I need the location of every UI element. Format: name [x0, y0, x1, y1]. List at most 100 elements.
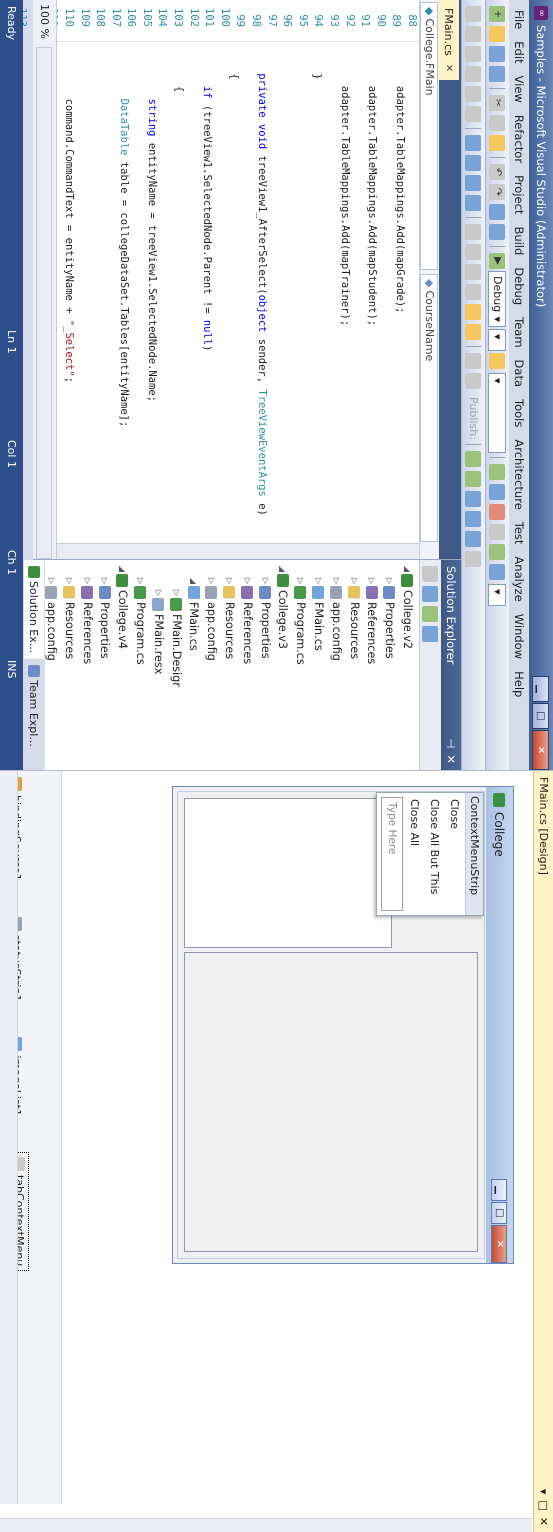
undo-icon[interactable]: ↶: [489, 164, 506, 180]
horizontal-spacing-icon[interactable]: [465, 224, 482, 240]
tree-item[interactable]: ▷ Properties: [380, 564, 398, 770]
collapsed-arrow-icon[interactable]: ▷: [78, 576, 96, 586]
menu-item-close-all-but-this[interactable]: Close All But This: [425, 793, 445, 915]
collapsed-arrow-icon[interactable]: ▷: [309, 576, 327, 586]
tree-item[interactable]: ▷ Program.cs: [131, 564, 149, 770]
tree-item[interactable]: ▷ Resources: [220, 564, 238, 770]
menu-file[interactable]: File: [512, 4, 526, 35]
tree-item[interactable]: ◢ FMain.cs: [185, 564, 203, 770]
view-class-diagram-icon[interactable]: [422, 626, 439, 642]
solution-explorer-icon[interactable]: [489, 464, 506, 480]
collapsed-arrow-icon[interactable]: ▷: [60, 576, 78, 586]
tree-item[interactable]: ▷ app.config: [327, 564, 345, 770]
menu-refactor[interactable]: Refactor: [512, 109, 526, 169]
make-same-height-icon[interactable]: [465, 155, 482, 171]
menu-analyze[interactable]: Analyze: [512, 550, 526, 607]
uncomment-icon[interactable]: [465, 470, 482, 487]
collapsed-arrow-icon[interactable]: ▷: [96, 576, 114, 586]
editor-horizontal-scrollbar[interactable]: [36, 46, 53, 559]
next-bookmark-icon[interactable]: [465, 510, 482, 527]
align-tops-icon[interactable]: [465, 66, 482, 82]
menu-window[interactable]: Window: [512, 608, 526, 665]
close-tab-icon[interactable]: ✕: [444, 64, 455, 72]
tree-item[interactable]: ▷ Properties: [256, 564, 274, 770]
tree-item[interactable]: ▷ References: [78, 564, 96, 770]
zoom-level[interactable]: 100 %: [38, 4, 51, 39]
vertical-spacing-icon[interactable]: [465, 244, 482, 260]
collapsed-arrow-icon[interactable]: ▷: [345, 576, 363, 586]
expanded-arrow-icon[interactable]: ◢: [274, 564, 292, 574]
form-maximize-button[interactable]: □: [491, 1202, 508, 1224]
properties-icon[interactable]: [489, 484, 506, 500]
make-same-width-icon[interactable]: [465, 135, 482, 151]
tree-item[interactable]: ◢ College.v2: [398, 564, 416, 770]
tab-order-icon[interactable]: [465, 353, 482, 369]
find-combo[interactable]: ▾: [488, 373, 507, 453]
form-minimize-button[interactable]: ▁: [491, 1179, 508, 1201]
tree-item[interactable]: ▷ References: [363, 564, 381, 770]
chevron-down-icon[interactable]: ▾: [537, 1489, 550, 1495]
editor-vertical-scrollbar[interactable]: [57, 543, 419, 559]
align-lefts-icon[interactable]: [465, 6, 482, 22]
navigate-back-icon[interactable]: [489, 204, 506, 220]
make-same-size-icon[interactable]: [465, 175, 482, 191]
collapsed-arrow-icon[interactable]: ▷: [238, 576, 256, 586]
code-text[interactable]: adapter.TableMappings.Add(mapGrade); ada…: [57, 42, 419, 543]
tree-item[interactable]: ◢ College.v3: [274, 564, 292, 770]
split-container-panel1[interactable]: [184, 798, 392, 948]
close-button[interactable]: ✕: [532, 730, 550, 770]
tree-item[interactable]: ▷ FMain.cs: [309, 564, 327, 770]
menu-test[interactable]: Test: [512, 516, 526, 551]
design-surface[interactable]: College ▁ □ ✕ ContextMenuStrip Close Clo…: [0, 771, 532, 1518]
show-all-files-icon[interactable]: [422, 586, 439, 602]
menu-team[interactable]: Team: [512, 311, 526, 353]
align-bottoms-icon[interactable]: [465, 106, 482, 122]
platform-combo[interactable]: ▾: [488, 329, 507, 351]
tree-item[interactable]: ▷ References: [238, 564, 256, 770]
tree-item[interactable]: ▷ Properties: [96, 564, 114, 770]
menu-view[interactable]: View: [512, 70, 526, 109]
save-all-icon[interactable]: [489, 66, 506, 82]
toolbar-options-combo[interactable]: ▾: [488, 584, 507, 606]
designer-tab[interactable]: FMain.cs [Design]: [537, 777, 550, 875]
bring-to-front-icon[interactable]: [465, 304, 482, 320]
close-pane-icon[interactable]: ✕: [444, 754, 458, 764]
pin-icon[interactable]: ⊣: [444, 738, 458, 748]
collapsed-arrow-icon[interactable]: ▷: [380, 576, 398, 586]
start-debugging-icon[interactable]: ▶: [489, 253, 506, 269]
members-dropdown[interactable]: ◆ CourseName: [420, 274, 439, 542]
lock-controls-icon[interactable]: [465, 373, 482, 389]
send-to-back-icon[interactable]: [465, 324, 482, 340]
save-icon[interactable]: [489, 46, 506, 62]
extension-manager-icon[interactable]: [489, 564, 506, 580]
menu-debug[interactable]: Debug: [512, 261, 526, 311]
college-form[interactable]: College ▁ □ ✕ ContextMenuStrip Close Clo…: [172, 786, 514, 1264]
menu-build[interactable]: Build: [512, 220, 526, 261]
tree-item[interactable]: ▷ Resources: [60, 564, 78, 770]
navigate-forward-icon[interactable]: [489, 224, 506, 240]
designer-horizontal-scrollbar[interactable]: [0, 771, 18, 1504]
tree-item[interactable]: ▷ Program.cs: [291, 564, 309, 770]
find-icon[interactable]: [489, 353, 506, 369]
properties-icon[interactable]: [422, 566, 439, 582]
menu-edit[interactable]: Edit: [512, 35, 526, 69]
copy-icon[interactable]: [489, 115, 506, 131]
align-middles-icon[interactable]: [465, 86, 482, 102]
expanded-arrow-icon[interactable]: ◢: [398, 564, 416, 574]
collapsed-arrow-icon[interactable]: ▷: [220, 576, 238, 586]
menu-project[interactable]: Project: [512, 169, 526, 220]
start-page-icon[interactable]: [489, 544, 506, 560]
restore-icon[interactable]: □: [537, 1500, 550, 1510]
menu-architecture[interactable]: Architecture: [512, 433, 526, 515]
tab-solution-explorer[interactable]: Solution Ex...: [24, 560, 44, 660]
refresh-icon[interactable]: [422, 606, 439, 622]
previous-bookmark-icon[interactable]: [465, 530, 482, 547]
center-horizontally-icon[interactable]: [465, 264, 482, 280]
collapsed-arrow-icon[interactable]: ▷: [202, 576, 220, 586]
new-project-icon[interactable]: +: [489, 6, 506, 22]
bookmark-icon[interactable]: [465, 490, 482, 507]
paste-icon[interactable]: [489, 135, 506, 151]
toolbox-icon[interactable]: [489, 504, 506, 520]
collapsed-arrow-icon[interactable]: ▷: [363, 576, 381, 586]
menu-help[interactable]: Help: [512, 665, 526, 703]
